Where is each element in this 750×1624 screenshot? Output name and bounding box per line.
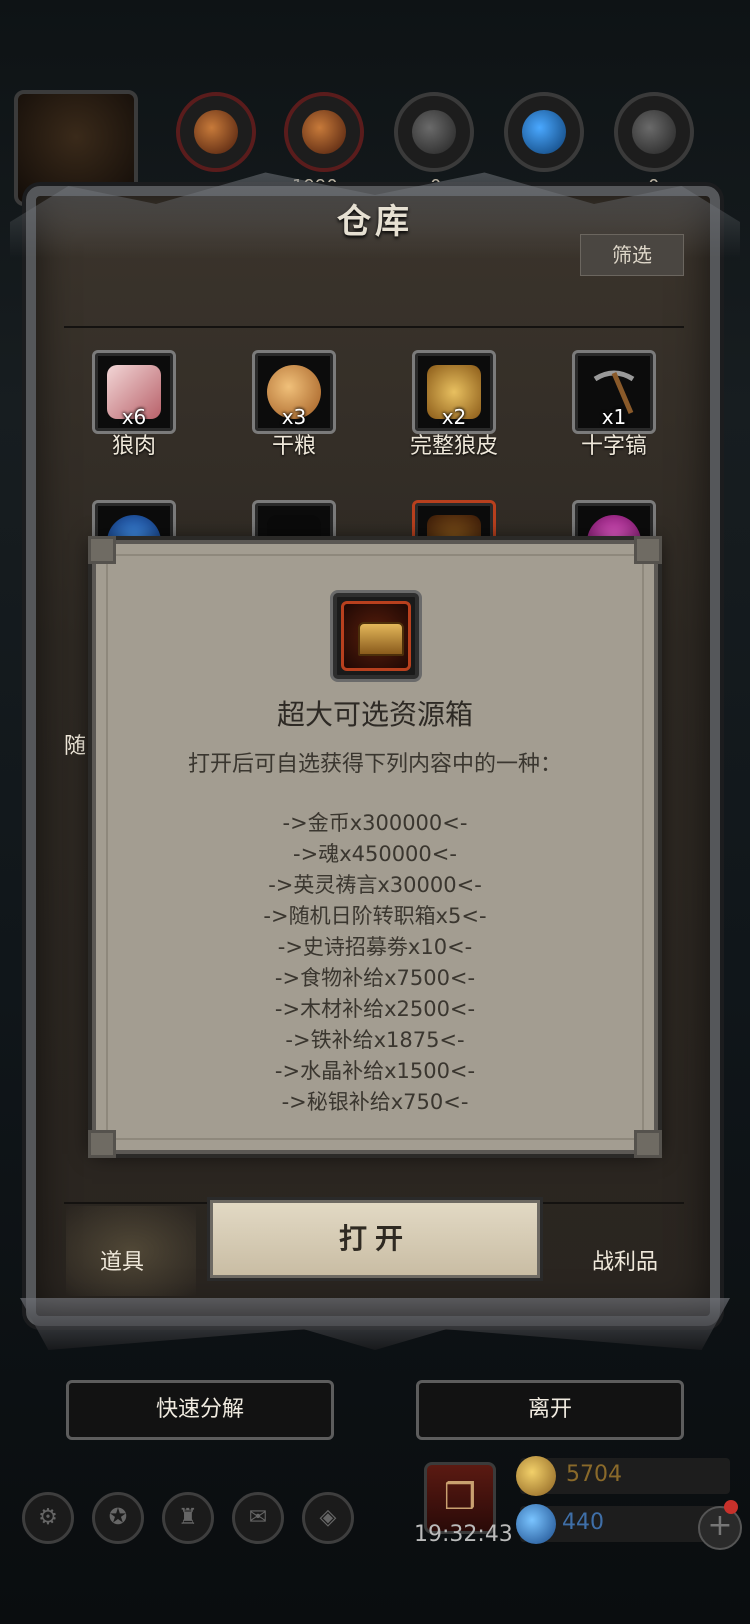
reward-option: ->食物补给x7500<- [274,966,476,990]
reward-option: ->随机日阶转职箱x5<- [263,904,487,928]
reward-option: ->魂x450000<- [293,842,457,866]
popup-title: 超大可选资源箱 [276,698,473,731]
reward-option-list: ->金币x300000<- ->魂x450000<- ->英灵祷言x30000<… [92,808,658,1118]
reward-option: ->史诗招募劵x10<- [277,935,473,959]
reward-option: ->水晶补给x1500<- [274,1059,476,1083]
popup-description: 打开后可自选获得下列内容中的一种： [187,752,562,777]
treasure-chest-icon [358,622,404,656]
popup-item-frame [330,590,422,682]
reward-option: ->金币x300000<- [282,811,468,835]
reward-option: ->秘银补给x750<- [281,1090,469,1114]
reward-option: ->铁补给x1875<- [285,1028,465,1052]
reward-option: ->英灵祷言x30000<- [268,873,482,897]
reward-option: ->木材补给x2500<- [274,997,476,1021]
